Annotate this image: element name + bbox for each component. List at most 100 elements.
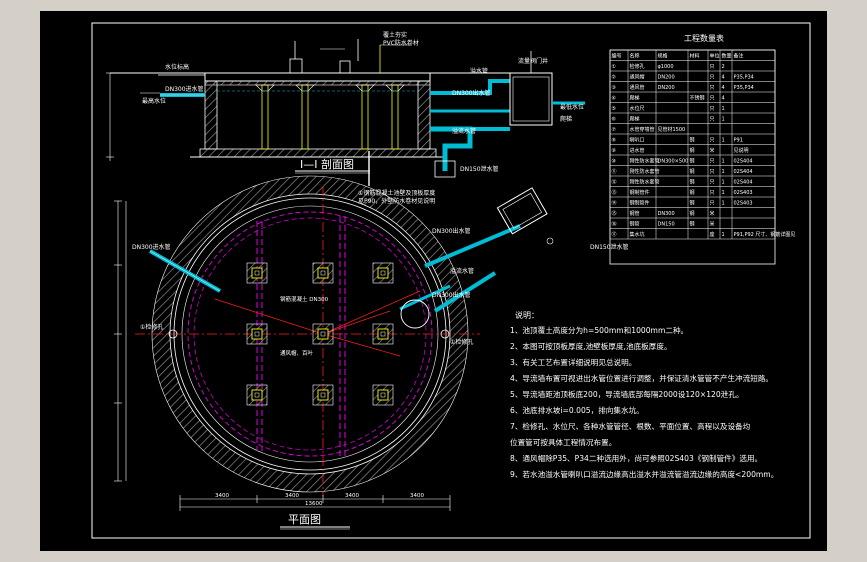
table-cell: 1: [722, 106, 725, 112]
table-cell: DN200: [658, 85, 675, 91]
table-cell: 钢管: [630, 210, 640, 217]
table-cell: P35,P34: [734, 75, 754, 81]
column: [251, 389, 263, 401]
section-ladder: 爬梯: [560, 115, 572, 123]
table-cell: φ1000: [658, 64, 674, 70]
plan-outlet2-label: DN300出水管: [432, 291, 471, 299]
section-overflow-pipe: 溢流水管: [452, 127, 476, 135]
table-cell: P91: [734, 138, 743, 144]
table-cell: 02S404: [734, 169, 753, 175]
table-cell: 钢: [690, 168, 695, 175]
plan-title: 平面图: [288, 513, 321, 526]
table-cell: 1: [722, 138, 725, 144]
column: [317, 267, 329, 279]
drawing-canvas[interactable]: 水位标高 DN300进水管 最高水位 覆土夯实 PVC防水卷材 溢水管 流量阀门…: [40, 11, 827, 551]
notes-title: 说明：: [515, 310, 539, 320]
table-cell: 钢: [690, 158, 695, 165]
dim-label: 3400: [215, 493, 229, 499]
table-cell: DN300×500: [658, 159, 689, 165]
table-cell: 刚性防水套管: [630, 158, 660, 165]
table-cell: 检修孔: [630, 63, 645, 70]
table-cell: DN300: [658, 211, 675, 217]
table-cell: 钢: [690, 221, 695, 228]
dim-label: 3400: [285, 493, 299, 499]
table-cell: 4: [722, 75, 725, 81]
table-cell: ⑬: [612, 189, 617, 196]
table-cell: 只: [710, 169, 715, 175]
table-cell: 钢: [690, 147, 695, 154]
table-cell: 座: [710, 231, 715, 238]
table-cell: 只: [710, 190, 715, 196]
note-line: 1、池顶覆土高度分为h=500mm和1000mm二种。: [510, 325, 688, 335]
table-header-cell: 单位: [710, 53, 720, 60]
plan-outlet-label: DN300出水管: [432, 227, 471, 235]
table-cell: 只: [710, 201, 715, 207]
section-water-level: 最高水位: [142, 97, 166, 105]
plan-dim-label: 钢筋混凝土 DN300: [280, 295, 329, 303]
table-cell: 02S403: [734, 190, 753, 196]
table-cell: 钢制管件: [630, 189, 650, 196]
table-cell: 只: [710, 64, 715, 70]
table-cell: ⑥: [612, 117, 617, 123]
table-cell: 水管穿墙管: [630, 126, 655, 133]
table-cell: 集水坑: [630, 231, 645, 238]
table-header-cell: 数量: [722, 53, 732, 60]
column: [317, 389, 329, 401]
table-cell: 钢: [690, 200, 695, 207]
note-line: 3、有关工艺布置详细说明见总说明。: [510, 357, 636, 367]
table-cell: 只: [710, 106, 715, 112]
table-cell: ⑪: [612, 168, 617, 175]
table-cell: ①: [612, 64, 617, 70]
plan-note-2: 见P90，外壁防水卷材见说明: [358, 197, 435, 205]
table-cell: 只: [710, 117, 715, 123]
note-line: 位置管可按具体工程情况布置。: [510, 437, 616, 447]
column: [377, 328, 389, 340]
table-cell: 02S404: [734, 180, 753, 186]
table-cell: 只: [710, 75, 715, 81]
table-cell: DN200: [658, 75, 675, 81]
table-cell: 钢: [690, 189, 695, 196]
table-cell: 1: [722, 117, 725, 123]
column: [377, 389, 389, 401]
plan-left-label: ①检修孔: [140, 323, 163, 331]
table-cell: 只: [710, 159, 715, 165]
table-cell: 4: [722, 96, 725, 102]
table-cell: ⑦: [612, 127, 617, 133]
note-line: 7、检修孔、水位尺、各种水管管径、根数、平面位置、高程以及设备均: [510, 421, 751, 431]
table-grid: 编号 名称 规格 材料 单位 数量 备注 ① 检修孔 φ1000 只 2 ② 通风帽 DN200 只 4 P35,…: [609, 49, 795, 240]
table-cell: DN150: [658, 222, 675, 228]
section-title: I—I 剖面图: [300, 157, 354, 171]
table-cell: ⑰: [612, 231, 617, 238]
column: [377, 267, 389, 279]
column: [251, 267, 263, 279]
note-line: 6、池底排水坡i=0.005，排向集水坑。: [510, 405, 644, 415]
dim-total: 13600: [305, 501, 323, 507]
section-valve-well: 流量阀门井: [518, 57, 548, 65]
table-cell: ⑯: [612, 221, 617, 228]
table-cell: 1: [722, 190, 725, 196]
section-inlet-label: DN300进水管: [165, 85, 204, 93]
table-cell: 进水管: [630, 147, 645, 154]
drawing-svg: 水位标高 DN300进水管 最高水位 覆土夯实 PVC防水卷材 溢水管 流量阀门…: [91, 22, 811, 539]
table-cell: ⑭: [612, 200, 617, 207]
table-cell: 钢制管件: [630, 200, 650, 207]
note-line: 2、本图可按顶板厚度,池壁板厚度,池底板厚度。: [510, 341, 672, 351]
table-cell: 只: [710, 138, 715, 144]
table-cell: 通风帽: [630, 74, 645, 81]
table-cell: 只: [710, 180, 715, 186]
table-cell: 通风管: [630, 84, 645, 91]
section-drain-label: DN150泄水管: [460, 165, 499, 173]
table-cell: 见管材1500: [658, 126, 686, 133]
section-top-plate: PVC防水卷材: [383, 39, 419, 47]
table-cell: 见说明: [734, 147, 749, 154]
table-cell: 1: [722, 201, 725, 207]
cad-viewer-window: 水位标高 DN300进水管 最高水位 覆土夯实 PVC防水卷材 溢水管 流量阀门…: [0, 0, 867, 562]
section-overflow: 溢水管: [470, 67, 488, 75]
dim-label: 3400: [410, 493, 424, 499]
note-line: 5、导流墙距池顶板底200，导流墙底部每隔2000设120×120泄孔。: [510, 389, 743, 399]
table-cell: 米: [710, 221, 715, 228]
table-cell: 2: [722, 64, 725, 70]
quantity-table: 工程数量表 编号 名称 规格 材料 单位 数量 备注 ① 检修孔 φ1000 只 2 ② 通风帽 DN200…: [609, 33, 795, 265]
section-top-soil: 覆土夯实: [383, 31, 407, 39]
table-cell: 爬梯: [630, 95, 640, 102]
